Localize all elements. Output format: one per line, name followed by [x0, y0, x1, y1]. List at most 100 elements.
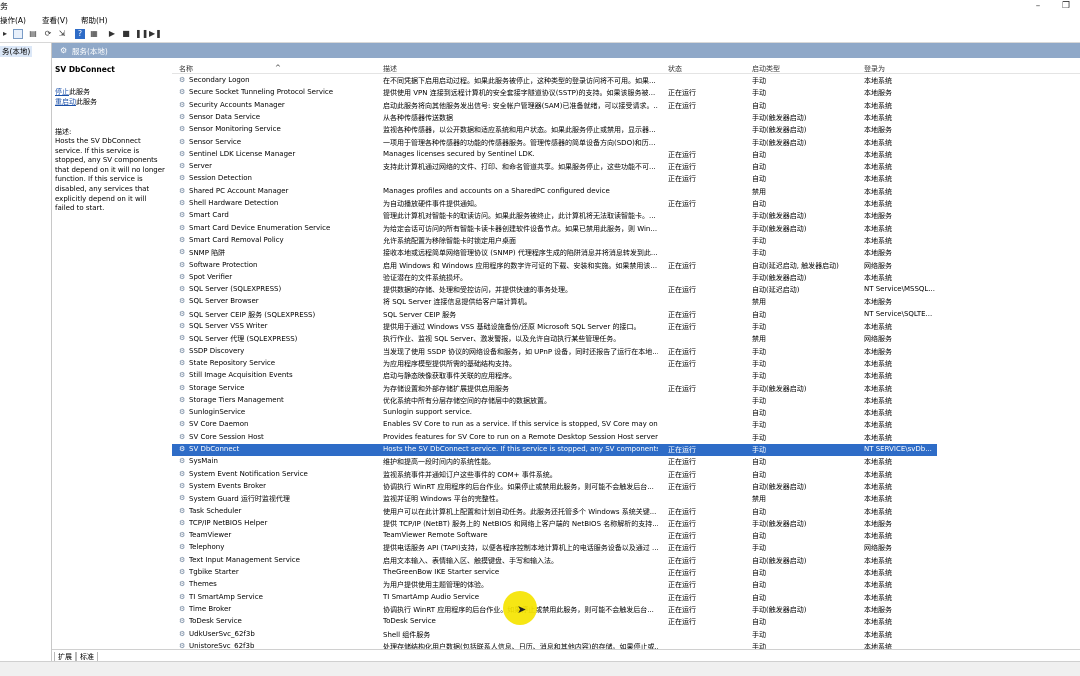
service-startup-type: 手动 [752, 372, 766, 381]
service-logon: 本地系统 [864, 569, 892, 577]
menu-item-action[interactable]: 操作(A) [0, 15, 26, 26]
service-row[interactable]: ⚙ Shell Hardware Detection 为自动播放硬件事件提供通知。 正… [172, 198, 1080, 210]
service-description: TeamViewer Remote Software [383, 531, 488, 540]
forward-icon[interactable]: ▸ [0, 29, 10, 39]
pause-service-icon[interactable]: ❚❚ [135, 29, 148, 39]
restart-link-text[interactable]: 重启动 [55, 98, 76, 106]
service-logon: 本地服务 [864, 212, 892, 221]
detail-pane: SV DbConnect 停止此服务 重启动此服务 描述: Hosts the … [52, 59, 170, 649]
restart-service-link[interactable]: 重启动此服务 [55, 97, 97, 107]
service-startup-type: 手动 [752, 544, 766, 553]
service-row[interactable]: ⚙ SQL Server (SQLEXPRESS) 提供数据的存储、处理和受控访问，… [172, 284, 1080, 296]
column-header-name[interactable]: 名称 [179, 64, 193, 74]
stop-link-text[interactable]: 停止 [55, 88, 69, 96]
service-row[interactable]: ⚙ State Repository Service 为应用程序模型提供所需的基础结… [172, 358, 1080, 370]
service-startup-type: 禁用 [752, 495, 766, 504]
menu-item-view[interactable]: 查看(V) [42, 15, 68, 26]
service-gear-icon: ⚙ [179, 568, 186, 576]
console-tree-icon[interactable] [13, 29, 23, 39]
service-logon: 本地系统 [864, 236, 892, 245]
service-row[interactable]: ⚙ Shared PC Account Manager Manages profil… [172, 186, 1080, 198]
start-service-icon[interactable]: ▶ [107, 29, 117, 39]
service-row[interactable]: ⚙ Text Input Management Service 启用文本输入、表情输… [172, 555, 1080, 567]
service-startup-type: 自动 [752, 507, 766, 516]
stop-service-icon[interactable]: ■ [121, 29, 131, 39]
service-row[interactable]: ⚙ Telephony 提供电话服务 API (TAPI)支持，以便各程序控制本地计… [172, 542, 1080, 554]
service-row[interactable]: ⚙ Software Protection 启用 Windows 和 Windows… [172, 260, 1080, 272]
restart-service-icon[interactable]: ▶❚ [149, 29, 162, 39]
maximize-button[interactable]: ❐ [1052, 0, 1080, 13]
service-row[interactable]: ⚙ Smart Card Removal Policy 允许系统配置为移除智能卡时锁… [172, 235, 1080, 247]
export-icon[interactable]: ⇲ [57, 29, 67, 39]
service-row[interactable]: ⚙ UnistoreSvc_62f3b 处理存储结构化用户数据(包括联系人信息、日历… [172, 641, 1080, 649]
service-description: 监视并证明 Windows 平台的完整性。 [383, 495, 503, 504]
service-logon: 本地系统 [864, 138, 892, 147]
service-row[interactable]: ⚙ Spot Verifier 验证潜在的文件系统损坏。 手动(触发器启动) 本地系统 [172, 272, 1080, 284]
service-row[interactable]: ⚙ SSDP Discovery 当发现了使用 SSDP 协议的网络设备和服务，如 … [172, 346, 1080, 358]
service-row[interactable]: ⚙ Smart Card Device Enumeration Service 为给… [172, 223, 1080, 235]
service-row[interactable]: ⚙ Storage Tiers Management 优化系统中所有分层存储空间的存… [172, 395, 1080, 407]
service-row[interactable]: ⚙ Server 支持此计算机通过网络的文件、打印、和命名管道共享。如果服务停止，这… [172, 161, 1080, 173]
service-row[interactable]: ⚙ System Event Notification Service 监视系统事件… [172, 469, 1080, 481]
service-row[interactable]: ⚙ Storage Service 为存储设置和外部存储扩展提供启用服务 正在运行 手动… [172, 383, 1080, 395]
service-row[interactable]: ⚙ System Guard 运行时监视代理 监视并证明 Windows 平台的完整… [172, 493, 1080, 505]
service-row[interactable]: ⚙ Themes 为用户提供使用主题管理的体验。 正在运行 自动 本地系统 [172, 579, 1080, 591]
service-logon: 本地系统 [864, 507, 892, 516]
service-row[interactable]: ⚙ Still Image Acquisition Events 启动与静态映像获取… [172, 370, 1080, 382]
selected-service-name: SV DbConnect [55, 65, 115, 74]
service-row[interactable]: ⚙ SQL Server 代理 (SQLEXPRESS) 执行作业、监视 SQL S… [172, 333, 1080, 345]
help-icon[interactable]: ? [75, 29, 85, 39]
column-header-logon-as[interactable]: 登录为 [864, 64, 885, 74]
console-tree: 务(本地) [0, 43, 52, 661]
service-row[interactable]: ⚙ TCP/IP NetBIOS Helper 提供 TCP/IP (NetBT) … [172, 518, 1080, 530]
column-header-status[interactable]: 状态 [668, 64, 682, 74]
service-row[interactable]: ⚙ Sensor Service 一项用于管理各种传感器的功能的传感器服务。管理传感… [172, 137, 1080, 149]
service-row[interactable]: ⚙ Secondary Logon 在不同凭据下启用启动过程。如果此服务被停止，这种… [172, 75, 1080, 87]
service-row[interactable]: ⚙ TI SmartAmp Service TI SmartAmp Audio Se… [172, 592, 1080, 604]
column-header-startup-type[interactable]: 启动类型 [752, 64, 780, 74]
service-gear-icon: ⚙ [179, 629, 186, 638]
service-status: 正在运行 [668, 556, 696, 565]
view-icon[interactable]: ▦ [89, 29, 99, 39]
service-row[interactable]: ⚙ SQL Server Browser 将 SQL Server 连接信息提供给客… [172, 296, 1080, 308]
service-row[interactable]: ⚙ UdkUserSvc_62f3b Shell 组件服务 手动 本地系统 [172, 629, 1080, 641]
service-row[interactable]: ⚙ Time Broker 协调执行 WinRT 应用程序的后台作业。如果停止或禁用… [172, 604, 1080, 616]
service-description: 将 SQL Server 连接信息提供给客户端计算机。 [383, 298, 532, 307]
service-row[interactable]: ⚙ SV DbConnect Hosts the SV DbConnect serv… [172, 444, 937, 457]
service-row[interactable]: ⚙ ToDesk Service ToDesk Service 正在运行 自动 本地系统 [172, 616, 1080, 628]
service-row[interactable]: ⚙ Task Scheduler 使用户可以在此计算机上配置和计划自动任务。此服务还… [172, 506, 1080, 518]
service-row[interactable]: ⚙ SQL Server VSS Writer 提供用于通过 Windows VSS… [172, 321, 1080, 333]
service-row[interactable]: ⚙ Secure Socket Tunneling Protocol Servic… [172, 87, 1080, 99]
service-description: 提供电话服务 API (TAPI)支持，以便各程序控制本地计算机上的电话服务设备… [383, 544, 658, 553]
service-name: SQL Server CEIP 服务 (SQLEXPRESS) [189, 310, 316, 319]
properties-icon[interactable]: ▤ [28, 29, 38, 39]
service-row[interactable]: ⚙ Tgbike Starter TheGreenBow IKE Starter s… [172, 567, 1080, 579]
minimize-button[interactable]: – [1024, 0, 1052, 13]
column-header-description[interactable]: 描述 [383, 64, 397, 74]
service-row[interactable]: ⚙ Sensor Monitoring Service 监视各种传感器，以公开数据和… [172, 124, 1080, 136]
service-row[interactable]: ⚙ Smart Card 管理此计算机对智能卡的取读访问。如果此服务被终止，此计算机… [172, 210, 1080, 222]
tree-node-services-local[interactable]: 务(本地) [0, 46, 33, 57]
service-gear-icon: ⚙ [179, 211, 186, 220]
service-status: 正在运行 [668, 101, 696, 110]
service-startup-type: 手动 [752, 77, 766, 85]
service-row[interactable]: ⚙ SysMain 维护和提高一段时间内的系统性能。 正在运行 自动 本地系统 [172, 456, 1080, 468]
refresh-icon[interactable]: ⟳ [43, 29, 53, 39]
service-status: 正在运行 [668, 175, 696, 184]
service-row[interactable]: ⚙ Security Accounts Manager 启动此服务将向其他服务发出信… [172, 100, 1080, 112]
service-row[interactable]: ⚙ SV Core Daemon Enables SV Core to run as… [172, 419, 1080, 431]
service-logon: 网络服务 [864, 261, 892, 270]
service-row[interactable]: ⚙ Sentinel LDK License Manager Manages lic… [172, 149, 1080, 161]
service-row[interactable]: ⚙ SV Core Session Host Provides features f… [172, 432, 1080, 444]
service-row[interactable]: ⚙ TeamViewer TeamViewer Remote Software 正在运… [172, 530, 1080, 542]
service-logon: NT Service\MSSQL... [864, 285, 935, 294]
menu-item-help[interactable]: 帮助(H) [81, 15, 108, 26]
service-name: Telephony [189, 543, 225, 552]
service-row[interactable]: ⚙ SQL Server CEIP 服务 (SQLEXPRESS) SQL Serv… [172, 309, 1080, 321]
service-row[interactable]: ⚙ SunloginService Sunlogin support service… [172, 407, 1080, 419]
service-row[interactable]: ⚙ SNMP 陷阱 接收本地或远程简单网络管理协议 (SNMP) 代理程序生成的陷阱… [172, 247, 1080, 259]
service-row[interactable]: ⚙ Sensor Data Service 从各种传感器传送数据 手动(触发器启动) 本… [172, 112, 1080, 124]
stop-service-link[interactable]: 停止此服务 [55, 87, 90, 97]
service-row[interactable]: ⚙ Session Detection 正在运行 自动 本地系统 [172, 173, 1080, 185]
service-row[interactable]: ⚙ System Events Broker 协调执行 WinRT 应用程序的后台作… [172, 481, 1080, 493]
